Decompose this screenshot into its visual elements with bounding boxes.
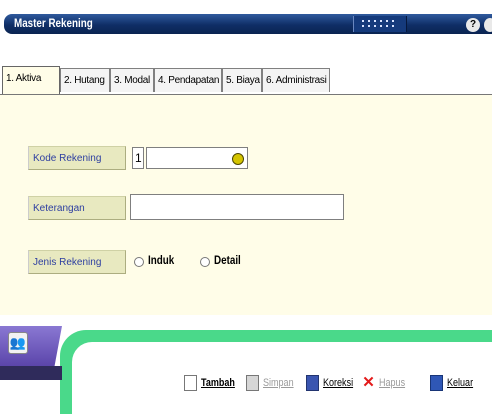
users-icon[interactable]: 👥 (8, 332, 28, 354)
keluar-label: Keluar (447, 377, 474, 389)
jenis-rekening-label: Jenis Rekening (28, 250, 126, 274)
radio-detail-label: Detail (214, 253, 241, 267)
simpan-button[interactable]: Simpan (246, 372, 300, 394)
title-pill: Master Rekening (4, 14, 492, 34)
radio-induk-label: Induk (148, 253, 175, 267)
tab-administrasi[interactable]: 6. Administrasi (262, 68, 330, 92)
window-control-button[interactable] (484, 18, 492, 32)
hapus-label: Hapus (379, 377, 406, 389)
kode-prefix-field: 1 (132, 147, 144, 169)
title-bar: Master Rekening ? (0, 0, 492, 46)
window-title: Master Rekening (14, 16, 93, 30)
new-document-icon (184, 375, 197, 392)
delete-icon: ✕ (362, 374, 375, 392)
edit-icon (306, 375, 319, 392)
tab-strip: 1. Aktiva 2. Hutang 3. Modal 4. Pendapat… (0, 66, 492, 94)
tambah-button[interactable]: Tambah (184, 372, 242, 394)
drag-grip-icon[interactable] (353, 16, 407, 32)
tab-aktiva[interactable]: 1. Aktiva (2, 66, 60, 94)
kode-rekening-label: Kode Rekening (28, 146, 126, 170)
tab-modal[interactable]: 3. Modal (110, 68, 154, 92)
keterangan-input[interactable] (130, 194, 344, 220)
koreksi-button[interactable]: Koreksi (306, 372, 360, 394)
radio-detail[interactable] (200, 257, 210, 267)
hapus-button[interactable]: ✕ Hapus (362, 372, 411, 394)
bottom-bar: 👥 Tambah Simpan Koreksi ✕ Hapus Keluar (0, 322, 492, 414)
koreksi-label: Koreksi (323, 377, 354, 389)
exit-door-icon (430, 375, 443, 392)
tab-hutang[interactable]: 2. Hutang (60, 68, 110, 92)
keterangan-label: Keterangan (28, 196, 126, 220)
question-icon[interactable]: ? (466, 18, 480, 32)
simpan-label: Simpan (263, 377, 294, 389)
purple-shadow (0, 366, 62, 380)
search-lookup-icon[interactable] (232, 153, 244, 165)
keluar-button[interactable]: Keluar (430, 372, 479, 394)
save-icon (246, 375, 259, 392)
radio-induk[interactable] (134, 257, 144, 267)
tab-pendapatan[interactable]: 4. Pendapatan (154, 68, 222, 92)
tab-biaya[interactable]: 5. Biaya (222, 68, 262, 92)
tambah-label: Tambah (201, 377, 235, 389)
